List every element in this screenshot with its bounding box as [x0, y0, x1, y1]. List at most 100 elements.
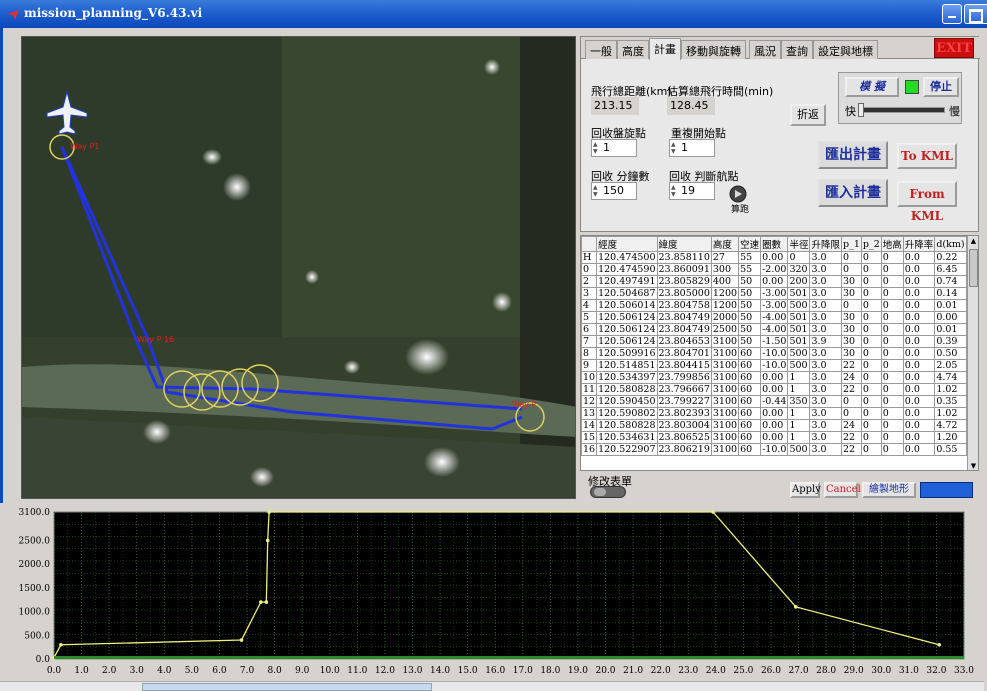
table-cell[interactable]: 0 — [860, 359, 882, 372]
table-cell[interactable]: 0 — [841, 263, 862, 276]
table-cell[interactable]: 3.0 — [809, 311, 842, 324]
table-cell[interactable]: 0 — [880, 359, 904, 372]
table-cell[interactable]: 120.534397 — [596, 371, 658, 384]
scroll-up-icon[interactable]: ▲ — [968, 236, 978, 247]
edit-table-toggle[interactable] — [590, 486, 626, 498]
tab-plan[interactable]: 計畫 — [649, 38, 681, 60]
table-cell[interactable]: 0.35 — [934, 395, 967, 408]
scroll-down-icon[interactable]: ▼ — [968, 461, 978, 470]
table-cell[interactable]: -4.00 — [760, 311, 789, 324]
table-cell[interactable]: 0 — [860, 299, 882, 312]
table-cell[interactable]: 500 — [787, 299, 811, 312]
table-row[interactable]: H 120.474500 23.858110 27 55 0.00 0 3.0 0 0 0 0.0 0.… — [581, 251, 978, 264]
exit-button[interactable]: EXIT — [934, 38, 974, 58]
table-cell[interactable]: 120.506124 — [596, 311, 658, 324]
table-row[interactable]: 10 120.534397 23.799856 3100 60 0.00 1 3.0 24 0 0 0… — [581, 371, 978, 384]
table-cell[interactable]: 23.804701 — [656, 347, 712, 360]
table-cell[interactable]: 0.0 — [902, 347, 936, 360]
table-cell[interactable]: 23.804749 — [656, 311, 712, 324]
tab-move-rotate[interactable]: 移動與旋轉 — [681, 40, 746, 59]
tab-settings-landmarks[interactable]: 設定與地標 — [813, 40, 878, 59]
table-cell[interactable]: 0 — [841, 395, 862, 408]
table-cell[interactable]: 320 — [787, 263, 811, 276]
table-cell[interactable]: 23.803004 — [656, 419, 712, 432]
table-cell[interactable]: 0 — [860, 383, 882, 396]
table-cell[interactable]: 50 — [738, 323, 762, 336]
table-cell[interactable]: 23.858110 — [656, 251, 712, 264]
table-cell[interactable]: 55 — [738, 263, 762, 276]
table-cell[interactable]: 0.0 — [902, 383, 936, 396]
recover-judge-input[interactable]: ▲ ▼ 19 — [669, 182, 715, 200]
table-cell[interactable]: 0 — [860, 371, 882, 384]
table-cell[interactable]: 0.50 — [934, 347, 967, 360]
table-cell[interactable]: 0 — [880, 347, 904, 360]
simulate-button[interactable]: 模 擬 — [845, 77, 899, 97]
table-cell[interactable]: 22 — [841, 443, 862, 456]
table-cell[interactable]: 501 — [787, 311, 811, 324]
table-cell[interactable]: 120.506014 — [596, 299, 658, 312]
table-cell[interactable]: 120.580828 — [596, 419, 658, 432]
tab-altitude[interactable]: 高度 — [617, 40, 649, 59]
table-cell[interactable]: 60 — [738, 359, 762, 372]
table-cell[interactable]: 0.0 — [902, 323, 936, 336]
table-cell[interactable]: 120.522907 — [596, 443, 658, 456]
table-cell[interactable]: 0.01 — [934, 299, 967, 312]
table-cell[interactable]: 7 — [581, 335, 598, 348]
table-cell[interactable]: 14 — [581, 419, 598, 432]
table-cell[interactable]: 120.506124 — [596, 323, 658, 336]
table-cell[interactable]: 0.00 — [760, 383, 789, 396]
table-cell[interactable]: 3.0 — [809, 395, 842, 408]
table-cell[interactable]: 0 — [860, 407, 882, 420]
table-row[interactable]: 11 120.580828 23.796667 3100 60 0.00 1 3.0 22 0 0 0… — [581, 383, 978, 396]
table-cell[interactable]: 400 — [710, 275, 740, 288]
table-row[interactable]: 8 120.509916 23.804701 3100 60 -10.0 500 3.0 30 0… — [581, 347, 978, 360]
speed-slider[interactable] — [858, 103, 945, 117]
spinner-icon[interactable]: ▲ ▼ — [593, 184, 601, 198]
table-cell[interactable]: 4.72 — [934, 419, 967, 432]
table-cell[interactable]: 0.55 — [934, 443, 967, 456]
table-cell[interactable]: 30 — [841, 347, 862, 360]
table-cell[interactable]: 0.00 — [760, 251, 789, 264]
table-cell[interactable]: 3100 — [710, 407, 740, 420]
table-cell[interactable]: 3.0 — [809, 407, 842, 420]
table-cell[interactable]: 1.20 — [934, 431, 967, 444]
table-cell[interactable]: 23.799227 — [656, 395, 712, 408]
table-cell[interactable]: 3100 — [710, 443, 740, 456]
table-cell[interactable]: 0.0 — [902, 443, 936, 456]
spinner-icon[interactable]: ▲ ▼ — [671, 141, 679, 155]
table-cell[interactable]: 0 — [860, 347, 882, 360]
table-cell[interactable]: 0 — [860, 335, 882, 348]
table-cell[interactable]: -10.0 — [760, 359, 789, 372]
table-cell[interactable]: 120.509916 — [596, 347, 658, 360]
table-cell[interactable]: 60 — [738, 395, 762, 408]
table-cell[interactable]: 0.0 — [902, 431, 936, 444]
table-cell[interactable]: 13 — [581, 407, 598, 420]
table-row[interactable]: 14 120.580828 23.803004 3100 60 0.00 1 3.0 24 0 0 0… — [581, 419, 978, 432]
recover-circle-input[interactable]: ▲ ▼ 1 — [591, 139, 637, 157]
table-cell[interactable]: -1.50 — [760, 335, 789, 348]
table-cell[interactable]: 120.506124 — [596, 335, 658, 348]
table-cell[interactable]: 0 — [880, 287, 904, 300]
table-cell[interactable]: 500 — [787, 359, 811, 372]
table-cell[interactable]: 3.0 — [809, 383, 842, 396]
table-cell[interactable]: -4.00 — [760, 323, 789, 336]
table-cell[interactable]: 1 — [787, 383, 811, 396]
table-cell[interactable]: 60 — [738, 431, 762, 444]
reset-start-input[interactable]: ▲ ▼ 1 — [669, 139, 715, 157]
minimize-button[interactable] — [942, 4, 962, 24]
table-cell[interactable]: 0.0 — [902, 287, 936, 300]
waypoint-table[interactable]: 經度緯度高度空速圈數半徑升降限p_1p_2地高升降率d(km)t(min) H1… — [580, 235, 979, 471]
table-cell[interactable]: 3 — [581, 287, 598, 300]
spinner-icon[interactable]: ▲ ▼ — [593, 141, 601, 155]
table-cell[interactable]: 501 — [787, 323, 811, 336]
table-cell[interactable]: 0 — [787, 251, 811, 264]
table-cell[interactable]: 0 — [880, 323, 904, 336]
table-cell[interactable]: 0 — [860, 251, 882, 264]
table-cell[interactable]: 30 — [841, 311, 862, 324]
table-cell[interactable]: 30 — [841, 323, 862, 336]
table-cell[interactable]: 0.0 — [902, 395, 936, 408]
table-cell[interactable]: 0 — [860, 395, 882, 408]
table-cell[interactable]: 1200 — [710, 299, 740, 312]
recover-minutes-input[interactable]: ▲ ▼ 150 — [591, 182, 637, 200]
table-cell[interactable]: 3.0 — [809, 419, 842, 432]
